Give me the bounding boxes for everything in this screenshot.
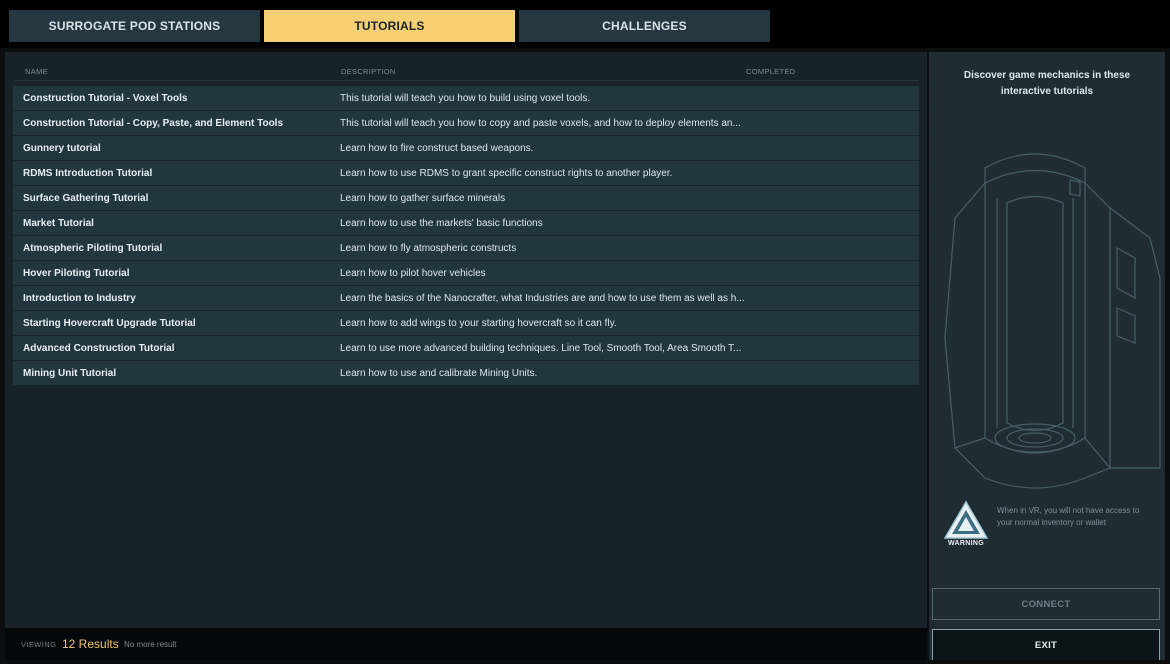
row-name: RDMS Introduction Tutorial xyxy=(23,167,153,179)
row-name: Market Tutorial xyxy=(23,217,94,229)
results-footer: VIEWING 12 Results No more result xyxy=(5,628,927,660)
tutorial-list-panel: NAME DESCRIPTION COMPLETED Construction … xyxy=(5,52,927,660)
table-row[interactable]: Introduction to Industry Learn the basics… xyxy=(13,286,919,310)
tab-tutorials[interactable]: TUTORIALS xyxy=(264,10,515,42)
row-description: Learn how to add wings to your starting … xyxy=(340,317,617,329)
sidebar-description: Discover game mechanics in these interac… xyxy=(963,70,1131,97)
vr-warning-text: When in VR, you will not have access to … xyxy=(997,506,1140,527)
table-row[interactable]: Starting Hovercraft Upgrade Tutorial Lear… xyxy=(13,311,919,335)
table-row[interactable]: Hover Piloting Tutorial Learn how to pilo… xyxy=(13,261,919,285)
tab-challenges[interactable]: CHALLENGES xyxy=(519,10,770,42)
results-count: 12 Results xyxy=(62,637,119,651)
table-row[interactable]: Gunnery tutorial Learn how to fire constr… xyxy=(13,136,919,160)
table-row[interactable]: Mining Unit Tutorial Learn how to use and… xyxy=(13,361,919,385)
row-name: Advanced Construction Tutorial xyxy=(23,342,175,354)
column-header-completed[interactable]: COMPLETED xyxy=(746,67,795,76)
row-description: Learn how to gather surface minerals xyxy=(340,192,506,204)
tab-bar: SURROGATE POD STATIONS TUTORIALS CHALLEN… xyxy=(0,0,1170,48)
no-more-results-label: No more result xyxy=(124,640,177,649)
row-description: Learn how to fire construct based weapon… xyxy=(340,142,534,154)
surrogate-pod-illustration xyxy=(944,153,1161,489)
exit-button[interactable]: EXIT xyxy=(932,629,1160,660)
row-name: Construction Tutorial - Voxel Tools xyxy=(23,92,188,104)
tab-surrogate-pod-stations[interactable]: SURROGATE POD STATIONS xyxy=(9,10,260,42)
header-divider xyxy=(13,80,919,81)
table-row[interactable]: Construction Tutorial - Copy, Paste, and… xyxy=(13,111,919,135)
row-name: Gunnery tutorial xyxy=(23,142,101,154)
row-description: Learn how to use and calibrate Mining Un… xyxy=(340,367,538,379)
table-row[interactable]: Atmospheric Piloting Tutorial Learn how t… xyxy=(13,236,919,260)
row-name: Hover Piloting Tutorial xyxy=(23,267,130,279)
table-row[interactable]: RDMS Introduction Tutorial Learn how to u… xyxy=(13,161,919,185)
row-name: Starting Hovercraft Upgrade Tutorial xyxy=(23,317,196,329)
row-description: Learn how to fly atmospheric constructs xyxy=(340,242,517,254)
row-description: Learn how to use the markets' basic func… xyxy=(340,217,543,229)
viewing-label: VIEWING xyxy=(21,640,57,649)
row-description: Learn how to use RDMS to grant specific … xyxy=(340,167,673,179)
row-description: This tutorial will teach you how to buil… xyxy=(340,92,591,104)
row-description: Learn to use more advanced building tech… xyxy=(340,342,742,354)
details-sidebar: Discover game mechanics in these interac… xyxy=(929,52,1165,660)
row-name: Introduction to Industry xyxy=(23,292,136,304)
warning-icon xyxy=(943,500,989,539)
table-row[interactable]: Surface Gathering Tutorial Learn how to g… xyxy=(13,186,919,210)
row-description: This tutorial will teach you how to copy… xyxy=(340,117,741,129)
row-name: Atmospheric Piloting Tutorial xyxy=(23,242,163,254)
row-name: Surface Gathering Tutorial xyxy=(23,192,149,204)
connect-button[interactable]: CONNECT xyxy=(932,588,1160,620)
tutorial-table-body: Construction Tutorial - Voxel Tools This … xyxy=(13,86,919,386)
column-header-name[interactable]: NAME xyxy=(25,67,48,76)
row-name: Construction Tutorial - Copy, Paste, and… xyxy=(23,117,284,129)
warning-badge-label: WARNING xyxy=(948,540,984,547)
row-description: Learn the basics of the Nanocrafter, wha… xyxy=(340,292,745,304)
table-row[interactable]: Construction Tutorial - Voxel Tools This … xyxy=(13,86,919,110)
column-header-description[interactable]: DESCRIPTION xyxy=(341,67,396,76)
table-row[interactable]: Market Tutorial Learn how to use the mark… xyxy=(13,211,919,235)
row-description: Learn how to pilot hover vehicles xyxy=(340,267,486,279)
table-row[interactable]: Advanced Construction Tutorial Learn to u… xyxy=(13,336,919,360)
row-name: Mining Unit Tutorial xyxy=(23,367,117,379)
